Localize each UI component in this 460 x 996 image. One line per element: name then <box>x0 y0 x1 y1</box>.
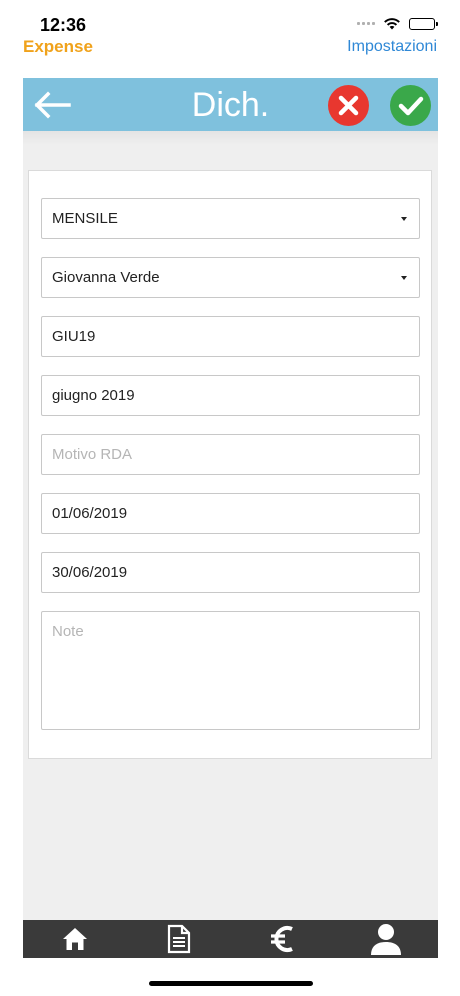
header: Dich. <box>23 78 438 131</box>
screen: 12:36 Expense Impostazioni Dich. MENSILE… <box>0 0 460 996</box>
euro-icon <box>271 926 294 952</box>
back-button[interactable] <box>33 88 73 122</box>
settings-link[interactable]: Impostazioni <box>347 38 437 56</box>
tab-home[interactable] <box>23 920 127 958</box>
home-icon <box>62 928 87 950</box>
close-icon <box>338 95 359 116</box>
end-date-input[interactable]: 30/06/2019 <box>41 552 420 593</box>
battery-icon <box>409 17 438 30</box>
status-bar: 12:36 <box>0 0 460 36</box>
header-shadow <box>23 131 438 145</box>
back-to-app-link[interactable]: Expense <box>23 37 93 57</box>
tab-documents[interactable] <box>127 920 231 958</box>
cancel-button[interactable] <box>328 85 369 126</box>
tab-expenses[interactable] <box>231 920 335 958</box>
tab-bar <box>23 920 438 958</box>
period-type-select[interactable]: MENSILE <box>41 198 420 239</box>
home-indicator[interactable] <box>149 981 313 986</box>
description-input[interactable]: giugno 2019 <box>41 375 420 416</box>
user-icon <box>371 924 402 955</box>
employee-select[interactable]: Giovanna Verde <box>41 257 420 298</box>
document-icon <box>167 924 190 954</box>
code-input[interactable]: GIU19 <box>41 316 420 357</box>
tab-profile[interactable] <box>334 920 438 958</box>
status-icons <box>357 17 438 30</box>
form-card: MENSILE Giovanna Verde GIU19 giugno 2019… <box>28 170 432 759</box>
status-time: 12:36 <box>40 15 87 35</box>
app-frame: Dich. MENSILE Giovanna Verde GIU19 giugn… <box>23 78 438 958</box>
wifi-icon <box>384 18 400 30</box>
confirm-button[interactable] <box>390 85 431 126</box>
notes-textarea[interactable]: Note <box>41 611 420 730</box>
page-title: Dich. <box>191 86 270 124</box>
cellular-signal-icon <box>357 22 375 25</box>
arrow-left-icon <box>34 91 71 119</box>
checkmark-icon <box>398 96 424 116</box>
reason-input[interactable]: Motivo RDA <box>41 434 420 475</box>
start-date-input[interactable]: 01/06/2019 <box>41 493 420 534</box>
